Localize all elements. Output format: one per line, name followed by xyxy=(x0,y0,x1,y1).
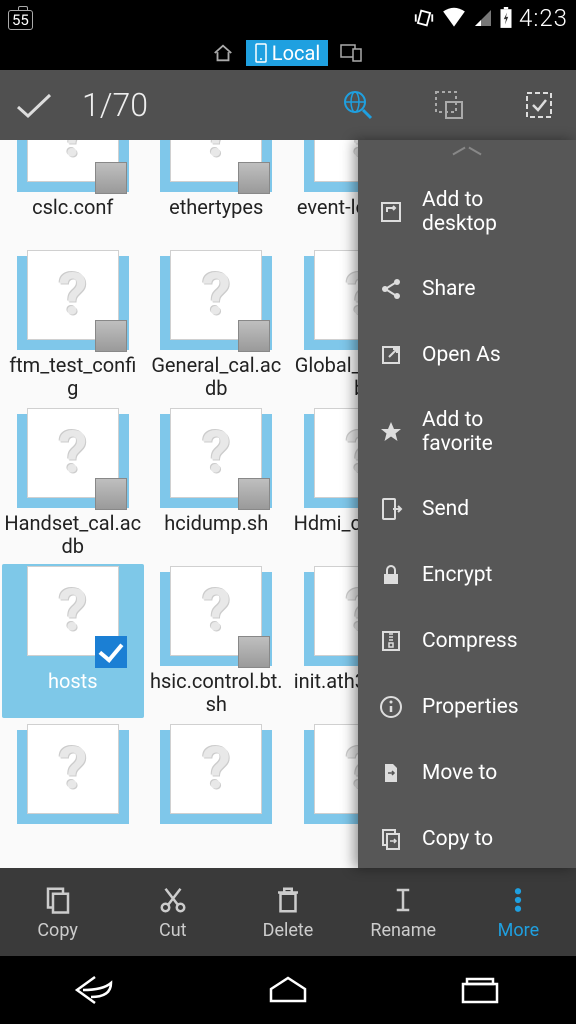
selection-bar: 1/70 xyxy=(0,70,576,140)
location-chip[interactable]: Local xyxy=(246,40,328,66)
menu-send[interactable]: Send xyxy=(358,476,576,542)
menu-compress[interactable]: Compress xyxy=(358,608,576,674)
open-icon xyxy=(378,342,404,368)
menu-open-as[interactable]: Open As xyxy=(358,322,576,388)
file-tile[interactable]: ?General_cal.acdb xyxy=(146,248,288,402)
menu-label: Move to xyxy=(422,761,497,785)
wifi-icon xyxy=(441,7,467,29)
location-label: Local xyxy=(272,41,320,65)
copy-icon xyxy=(378,826,404,852)
status-bar: 55 4:23 xyxy=(0,0,576,36)
menu-properties[interactable]: Properties xyxy=(358,674,576,740)
toolbar-more[interactable]: More xyxy=(461,868,576,956)
file-name: hcidump.sh xyxy=(147,512,285,560)
menu-label: Open As xyxy=(422,343,501,367)
cut-icon xyxy=(157,884,189,916)
check-icon xyxy=(95,636,127,668)
lock-icon xyxy=(378,562,404,588)
toolbar-label: Delete xyxy=(263,920,314,941)
context-menu: Add to desktop Share Open As Add to favo… xyxy=(358,140,576,868)
file-name: Handset_cal.acdb xyxy=(4,512,142,560)
menu-encrypt[interactable]: Encrypt xyxy=(358,542,576,608)
menu-move-to[interactable]: Move to xyxy=(358,740,576,806)
zip-icon xyxy=(378,628,404,654)
copy-icon xyxy=(42,884,74,916)
recents-button[interactable] xyxy=(435,970,525,1010)
battery-badge: 55 xyxy=(8,10,33,30)
home-icon[interactable] xyxy=(212,43,234,63)
battery-charging-icon xyxy=(499,7,513,29)
location-bar: Local xyxy=(0,36,576,70)
file-tile[interactable]: ?ftm_test_config xyxy=(2,248,144,402)
file-tile[interactable]: ?hsic.control.bt.sh xyxy=(146,564,288,718)
toolbar-delete[interactable]: Delete xyxy=(230,868,345,956)
file-name: ethertypes xyxy=(147,196,285,244)
select-mode-icon[interactable] xyxy=(434,90,464,120)
file-name: General_cal.acdb xyxy=(147,354,285,402)
send-icon xyxy=(378,496,404,522)
menu-label: Add to desktop xyxy=(422,188,556,236)
move-icon xyxy=(378,760,404,786)
menu-label: Encrypt xyxy=(422,563,492,587)
clock: 4:23 xyxy=(519,4,568,32)
file-name: hsic.control.bt.sh xyxy=(147,670,285,718)
file-name: ftm_test_config xyxy=(4,354,142,402)
menu-label: Add to favorite xyxy=(422,408,556,456)
toolbar-label: More xyxy=(498,920,539,941)
file-name: cslc.conf xyxy=(4,196,142,244)
menu-add-favorite[interactable]: Add to favorite xyxy=(358,388,576,476)
toolbar-label: Rename xyxy=(370,920,436,941)
navigation-bar xyxy=(0,956,576,1024)
toolbar-copy[interactable]: Copy xyxy=(0,868,115,956)
search-web-icon[interactable] xyxy=(342,89,374,121)
menu-label: Copy to xyxy=(422,827,493,851)
star-icon xyxy=(378,419,404,445)
devices-icon[interactable] xyxy=(340,43,364,63)
confirm-check-icon[interactable] xyxy=(14,89,54,121)
toolbar-label: Copy xyxy=(37,920,78,941)
menu-label: Share xyxy=(422,277,476,301)
more-icon xyxy=(502,884,534,916)
vibrate-icon xyxy=(413,7,435,29)
file-tile-selected[interactable]: ?hosts xyxy=(2,564,144,718)
rename-icon xyxy=(387,884,419,916)
share-icon xyxy=(378,276,404,302)
menu-label: Send xyxy=(422,497,469,521)
file-tile[interactable]: ? xyxy=(146,722,288,824)
select-all-icon[interactable] xyxy=(524,90,554,120)
chevron-up-icon[interactable] xyxy=(452,146,482,156)
menu-share[interactable]: Share xyxy=(358,256,576,322)
menu-add-to-desktop[interactable]: Add to desktop xyxy=(358,168,576,256)
info-icon xyxy=(378,694,404,720)
menu-copy-to[interactable]: Copy to xyxy=(358,806,576,872)
toolbar-label: Cut xyxy=(159,920,187,941)
menu-label: Compress xyxy=(422,629,518,653)
file-tile[interactable]: ? xyxy=(2,722,144,824)
menu-label: Properties xyxy=(422,695,519,719)
file-tile[interactable]: ?ethertypes xyxy=(146,140,288,244)
toolbar-rename[interactable]: Rename xyxy=(346,868,461,956)
file-tile[interactable]: ?Handset_cal.acdb xyxy=(2,406,144,560)
file-tile[interactable]: ?hcidump.sh xyxy=(146,406,288,560)
selection-count: 1/70 xyxy=(82,86,314,124)
trash-icon xyxy=(272,884,304,916)
toolbar-cut[interactable]: Cut xyxy=(115,868,230,956)
file-tile[interactable]: ?cslc.conf xyxy=(2,140,144,244)
home-button[interactable] xyxy=(243,970,333,1010)
bottom-toolbar: Copy Cut Delete Rename More xyxy=(0,868,576,956)
back-button[interactable] xyxy=(51,970,141,1010)
file-name: hosts xyxy=(4,670,142,718)
signal-icon xyxy=(473,8,493,28)
desktop-icon xyxy=(378,199,404,225)
